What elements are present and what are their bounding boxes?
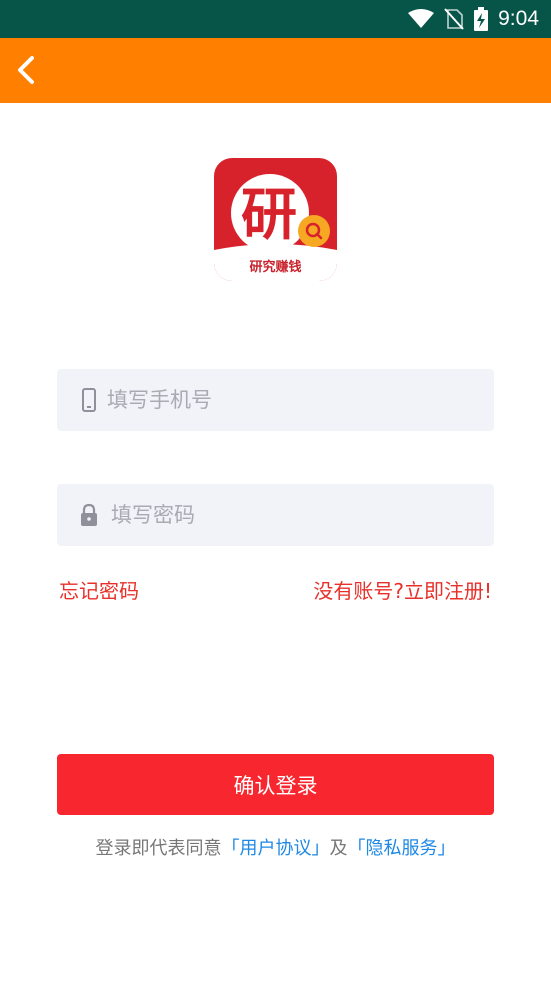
wifi-icon [408, 9, 435, 28]
status-bar: 9:04 [0, 0, 551, 38]
privacy-link[interactable]: 「隐私服务」 [348, 838, 456, 859]
battery-charging-icon [474, 7, 489, 31]
app-logo: 研 研究赚钱 [214, 158, 337, 281]
app-header [0, 38, 551, 103]
status-icons: 9:04 [408, 0, 539, 38]
chevron-left-icon [18, 56, 34, 84]
status-time: 9:04 [498, 7, 539, 30]
logo-glyph: 研 [241, 183, 297, 248]
phone-field[interactable] [57, 369, 494, 431]
user-agreement-link[interactable]: 「用户协议」 [222, 838, 330, 859]
register-link[interactable]: 没有账号?立即注册! [313, 575, 492, 604]
no-sim-icon [444, 8, 464, 30]
phone-icon [82, 388, 96, 412]
forgot-password-link[interactable]: 忘记密码 [59, 575, 139, 604]
phone-input[interactable] [107, 369, 477, 431]
agreement-prefix: 登录即代表同意 [95, 838, 222, 859]
logo-caption: 研究赚钱 [249, 260, 302, 275]
password-field[interactable] [57, 484, 494, 546]
login-button[interactable]: 确认登录 [57, 754, 494, 815]
back-button[interactable] [6, 48, 46, 92]
lock-icon [81, 503, 97, 526]
agreement-conjunction: 及 [329, 838, 348, 859]
agreement-text: 登录即代表同意「用户协议」及「隐私服务」 [0, 834, 551, 860]
password-input[interactable] [111, 484, 481, 546]
